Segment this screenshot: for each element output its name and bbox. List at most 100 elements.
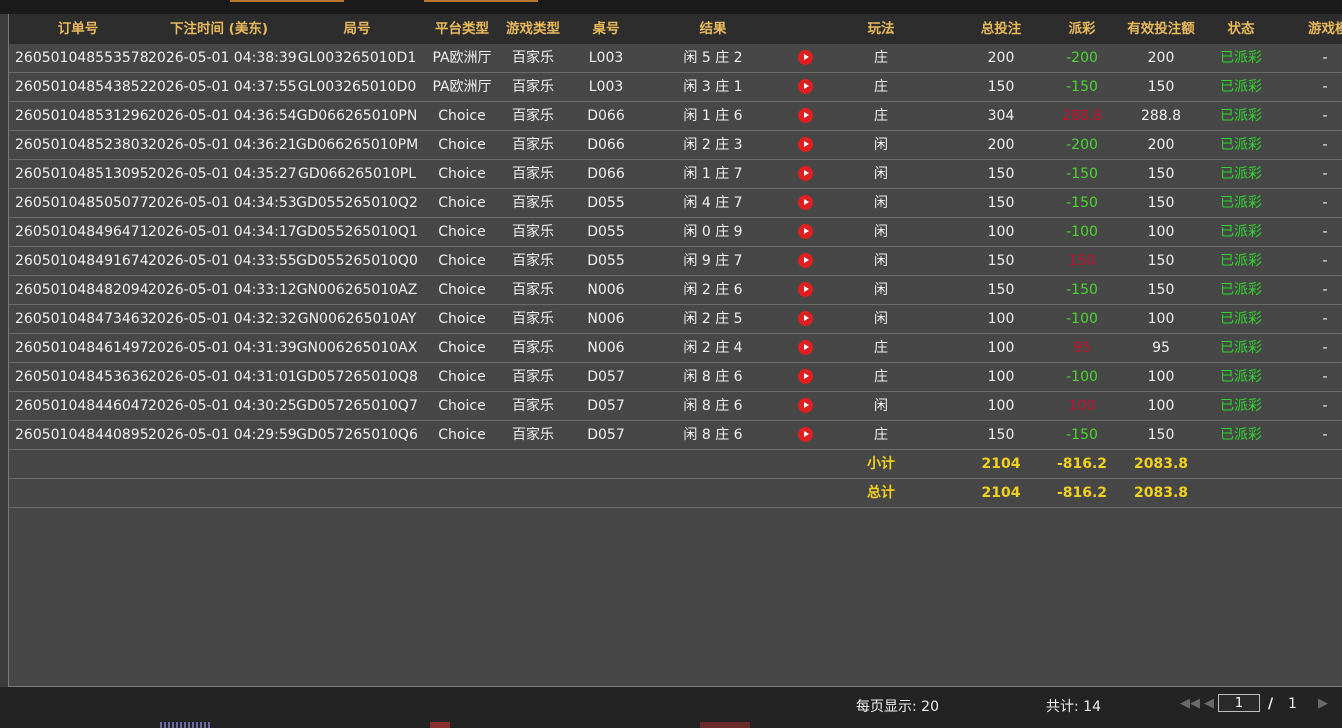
play-video-icon[interactable] xyxy=(797,339,813,355)
total-bet-cell: 150 xyxy=(987,79,1015,95)
status-cell: 已派彩 xyxy=(1220,282,1262,298)
table-row[interactable]: 260501048461497 2026-05-01 04:31:39 GN0062… xyxy=(9,334,1342,363)
table-row[interactable]: 260501048491674 2026-05-01 04:33:55 GD0552… xyxy=(9,247,1342,276)
replay-button[interactable] xyxy=(793,334,817,362)
play-video-icon[interactable] xyxy=(797,281,813,297)
table-row[interactable]: 260501048553578 2026-05-01 04:38:39 GL0032… xyxy=(9,44,1342,73)
replay-button[interactable] xyxy=(793,392,817,420)
replay-button[interactable] xyxy=(793,276,817,304)
play-video-icon[interactable] xyxy=(797,368,813,384)
replay-button[interactable] xyxy=(793,73,817,101)
replay-button[interactable] xyxy=(793,131,817,159)
platform-cell: Choice xyxy=(438,195,486,211)
valid-bet-cell: 150 xyxy=(1147,195,1175,211)
payout-cell: -150 xyxy=(1066,195,1098,211)
play-video-icon[interactable] xyxy=(797,223,813,239)
result-cell: 闲 2 庄 5 xyxy=(683,311,743,327)
status-cell: 已派彩 xyxy=(1220,50,1262,66)
table-row[interactable]: 260501048440895 2026-05-01 04:29:59 GD0572… xyxy=(9,421,1342,450)
replay-button[interactable] xyxy=(793,189,817,217)
col-valid-bet[interactable]: 有效投注额 xyxy=(1121,14,1201,44)
replay-button[interactable] xyxy=(793,363,817,391)
col-game-mode[interactable]: 游戏模式 xyxy=(1295,14,1342,44)
bet-time-cell: 2026-05-01 04:37:55 xyxy=(148,79,297,95)
valid-bet-cell: 150 xyxy=(1147,427,1175,443)
first-page-icon[interactable]: ◀◀ xyxy=(1180,696,1200,711)
top-tab-2[interactable] xyxy=(424,0,538,2)
play-video-icon[interactable] xyxy=(797,49,813,65)
replay-button[interactable] xyxy=(793,218,817,246)
play-video-icon[interactable] xyxy=(797,165,813,181)
valid-bet-cell: 100 xyxy=(1147,369,1175,385)
col-platform[interactable]: 平台类型 xyxy=(421,14,503,44)
page-number-input[interactable] xyxy=(1218,694,1260,712)
bet-records-panel: 订单号 下注时间 (美东) 局号 平台类型 游戏类型 桌号 结果 玩法 总投注 … xyxy=(8,14,1342,687)
status-cell: 已派彩 xyxy=(1220,253,1262,269)
table-row[interactable]: 260501048523803 2026-05-01 04:36:21 GD0662… xyxy=(9,131,1342,160)
table-row[interactable]: 260501048531296 2026-05-01 04:36:54 GD0662… xyxy=(9,102,1342,131)
table-row[interactable]: 260501048505077 2026-05-01 04:34:53 GD0552… xyxy=(9,189,1342,218)
table-no-cell: D057 xyxy=(587,369,625,385)
table-row[interactable]: 260501048446047 2026-05-01 04:30:25 GD0572… xyxy=(9,392,1342,421)
round-id-cell: GD066265010PM xyxy=(295,137,419,153)
valid-bet-cell: 95 xyxy=(1152,340,1170,356)
play-video-icon[interactable] xyxy=(797,194,813,210)
col-game-type[interactable]: 游戏类型 xyxy=(503,14,563,44)
play-cell: 闲 xyxy=(874,282,888,298)
play-video-icon[interactable] xyxy=(797,136,813,152)
replay-button[interactable] xyxy=(793,305,817,333)
replay-button[interactable] xyxy=(793,421,817,449)
table-no-cell: L003 xyxy=(588,79,624,95)
table-row[interactable]: 260501048473463 2026-05-01 04:32:32 GN0062… xyxy=(9,305,1342,334)
col-round-id[interactable]: 局号 xyxy=(289,14,425,44)
order-id-cell: 260501048523803 xyxy=(15,137,149,153)
replay-button[interactable] xyxy=(793,160,817,188)
round-id-cell: GL003265010D0 xyxy=(297,79,417,95)
game-mode-cell: - xyxy=(1322,340,1328,356)
replay-button[interactable] xyxy=(793,44,817,72)
col-order-id[interactable]: 订单号 xyxy=(15,14,141,44)
play-video-icon[interactable] xyxy=(797,426,813,442)
replay-button[interactable] xyxy=(793,102,817,130)
col-bet-time[interactable]: 下注时间 (美东) xyxy=(149,14,289,44)
total-row: 总计 2104 -816.2 2083.8 xyxy=(9,479,1342,508)
payout-cell: -100 xyxy=(1066,224,1098,240)
top-tab-1[interactable] xyxy=(230,0,344,2)
play-video-icon[interactable] xyxy=(797,107,813,123)
status-cell: 已派彩 xyxy=(1220,369,1262,385)
game-mode-cell: - xyxy=(1322,282,1328,298)
status-cell: 已派彩 xyxy=(1220,137,1262,153)
valid-bet-cell: 200 xyxy=(1147,137,1175,153)
play-video-icon[interactable] xyxy=(797,310,813,326)
valid-bet-cell: 100 xyxy=(1147,398,1175,414)
table-row[interactable]: 260501048513095 2026-05-01 04:35:27 GD0662… xyxy=(9,160,1342,189)
table-row[interactable]: 260501048543852 2026-05-01 04:37:55 GL0032… xyxy=(9,73,1342,102)
play-video-icon[interactable] xyxy=(797,252,813,268)
play-cell: 庄 xyxy=(874,427,888,443)
game-type-cell: 百家乐 xyxy=(512,427,554,443)
col-play[interactable]: 玩法 xyxy=(851,14,911,44)
play-video-icon[interactable] xyxy=(797,78,813,94)
platform-cell: Choice xyxy=(438,369,486,385)
prev-page-icon[interactable]: ◀ xyxy=(1204,696,1214,711)
order-id-cell: 260501048505077 xyxy=(15,195,149,211)
col-result[interactable]: 结果 xyxy=(671,14,755,44)
replay-button[interactable] xyxy=(793,247,817,275)
play-video-icon[interactable] xyxy=(797,397,813,413)
col-table-no[interactable]: 桌号 xyxy=(581,14,631,44)
table-no-cell: N006 xyxy=(587,282,625,298)
total-bet-cell: 150 xyxy=(987,427,1015,443)
table-row[interactable]: 260501048482094 2026-05-01 04:33:12 GN0062… xyxy=(9,276,1342,305)
status-cell: 已派彩 xyxy=(1220,195,1262,211)
table-row[interactable]: 260501048496471 2026-05-01 04:34:17 GD0552… xyxy=(9,218,1342,247)
next-page-icon[interactable]: ▶ xyxy=(1318,696,1328,711)
col-payout[interactable]: 派彩 xyxy=(1052,14,1112,44)
platform-cell: PA欧洲厅 xyxy=(432,79,492,95)
col-status[interactable]: 状态 xyxy=(1211,14,1271,44)
table-row[interactable]: 260501048453636 2026-05-01 04:31:01 GD0572… xyxy=(9,363,1342,392)
round-id-cell: GL003265010D1 xyxy=(297,50,417,66)
col-total-bet[interactable]: 总投注 xyxy=(971,14,1031,44)
payout-cell: -150 xyxy=(1066,282,1098,298)
page-size-label[interactable]: 每页显示: 20 xyxy=(856,696,939,716)
order-id-cell: 260501048531296 xyxy=(15,108,149,124)
